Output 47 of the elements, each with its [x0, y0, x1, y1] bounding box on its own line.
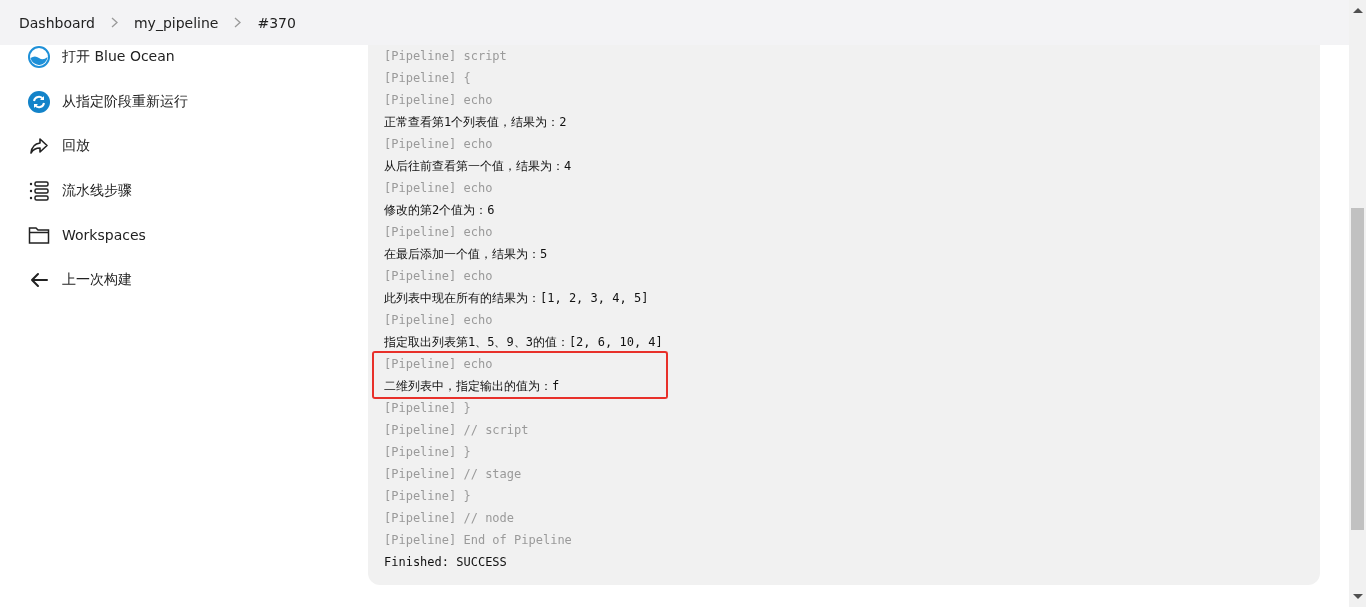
sidebar-item[interactable]: 流水线步骤	[28, 179, 132, 202]
sidebar-item[interactable]: 打开 Blue Ocean	[28, 46, 175, 68]
log-step-line: [Pipeline] echo	[384, 312, 494, 329]
sidebar-item-label: 流水线步骤	[62, 181, 132, 200]
breadcrumb-link[interactable]: Dashboard	[19, 14, 95, 31]
scroll-up-icon[interactable]	[1352, 7, 1363, 13]
log-step-line: [Pipeline] script	[384, 48, 508, 65]
sidebar-item[interactable]: 回放	[28, 135, 90, 158]
chevron-right-icon	[234, 17, 242, 28]
log-step-line: [Pipeline] // node	[384, 510, 516, 527]
sidebar-item-label: 回放	[62, 137, 90, 156]
sidebar-item-label: Workspaces	[62, 227, 146, 244]
folder-icon	[28, 224, 50, 247]
log-output-line: 从后往前查看第一个值，结果为：4	[384, 158, 573, 175]
log-step-line: [Pipeline] echo	[384, 180, 494, 197]
log-step-line: [Pipeline] echo	[384, 136, 494, 153]
log-step-line: [Pipeline] // stage	[384, 466, 523, 483]
log-output-line: 在最后添加一个值，结果为：5	[384, 246, 549, 263]
log-step-line: [Pipeline] // script	[384, 422, 530, 439]
log-step-line: [Pipeline] End of Pipeline	[384, 532, 573, 549]
sidebar-item[interactable]: 上一次构建	[28, 268, 132, 291]
log-step-line: [Pipeline] }	[384, 488, 472, 505]
log-step-line: [Pipeline] echo	[384, 224, 494, 241]
chevron-right-icon	[110, 17, 118, 28]
log-step-line: [Pipeline] {	[384, 70, 472, 87]
log-output-line: 二维列表中，指定输出的值为：f	[372, 375, 668, 399]
log-step-line: [Pipeline] echo	[384, 268, 494, 285]
log-step-line: [Pipeline] }	[384, 400, 472, 417]
refresh-icon	[28, 90, 50, 113]
sidebar-item-label: 上一次构建	[62, 270, 132, 289]
breadcrumb-link[interactable]: #370	[257, 14, 296, 31]
sidebar-item[interactable]: 从指定阶段重新运行	[28, 90, 188, 113]
sidebar-item-label: 打开 Blue Ocean	[62, 48, 175, 66]
log-output-line: 此列表中现在所有的结果为：[1, 2, 3, 4, 5]	[384, 290, 650, 307]
log-step-line: [Pipeline] echo	[372, 351, 668, 375]
log-step-line: [Pipeline] }	[384, 444, 472, 461]
sidebar-item-label: 从指定阶段重新运行	[62, 92, 188, 111]
log-output-line: Finished: SUCCESS	[384, 554, 508, 571]
list-icon	[28, 179, 50, 202]
sidebar-item[interactable]: Workspaces	[28, 224, 146, 247]
log-step-line: [Pipeline] echo	[384, 92, 494, 109]
log-output-line: 修改的第2个值为：6	[384, 202, 496, 219]
breadcrumb-link[interactable]: my_pipeline	[133, 14, 219, 31]
scrollbar[interactable]	[1349, 0, 1366, 607]
scroll-down-icon[interactable]	[1352, 594, 1363, 600]
log-output-line: 正常查看第1个列表值，结果为：2	[384, 114, 568, 131]
log-output-line: 指定取出列表第1、5、9、3的值：[2, 6, 10, 4]	[384, 334, 664, 351]
